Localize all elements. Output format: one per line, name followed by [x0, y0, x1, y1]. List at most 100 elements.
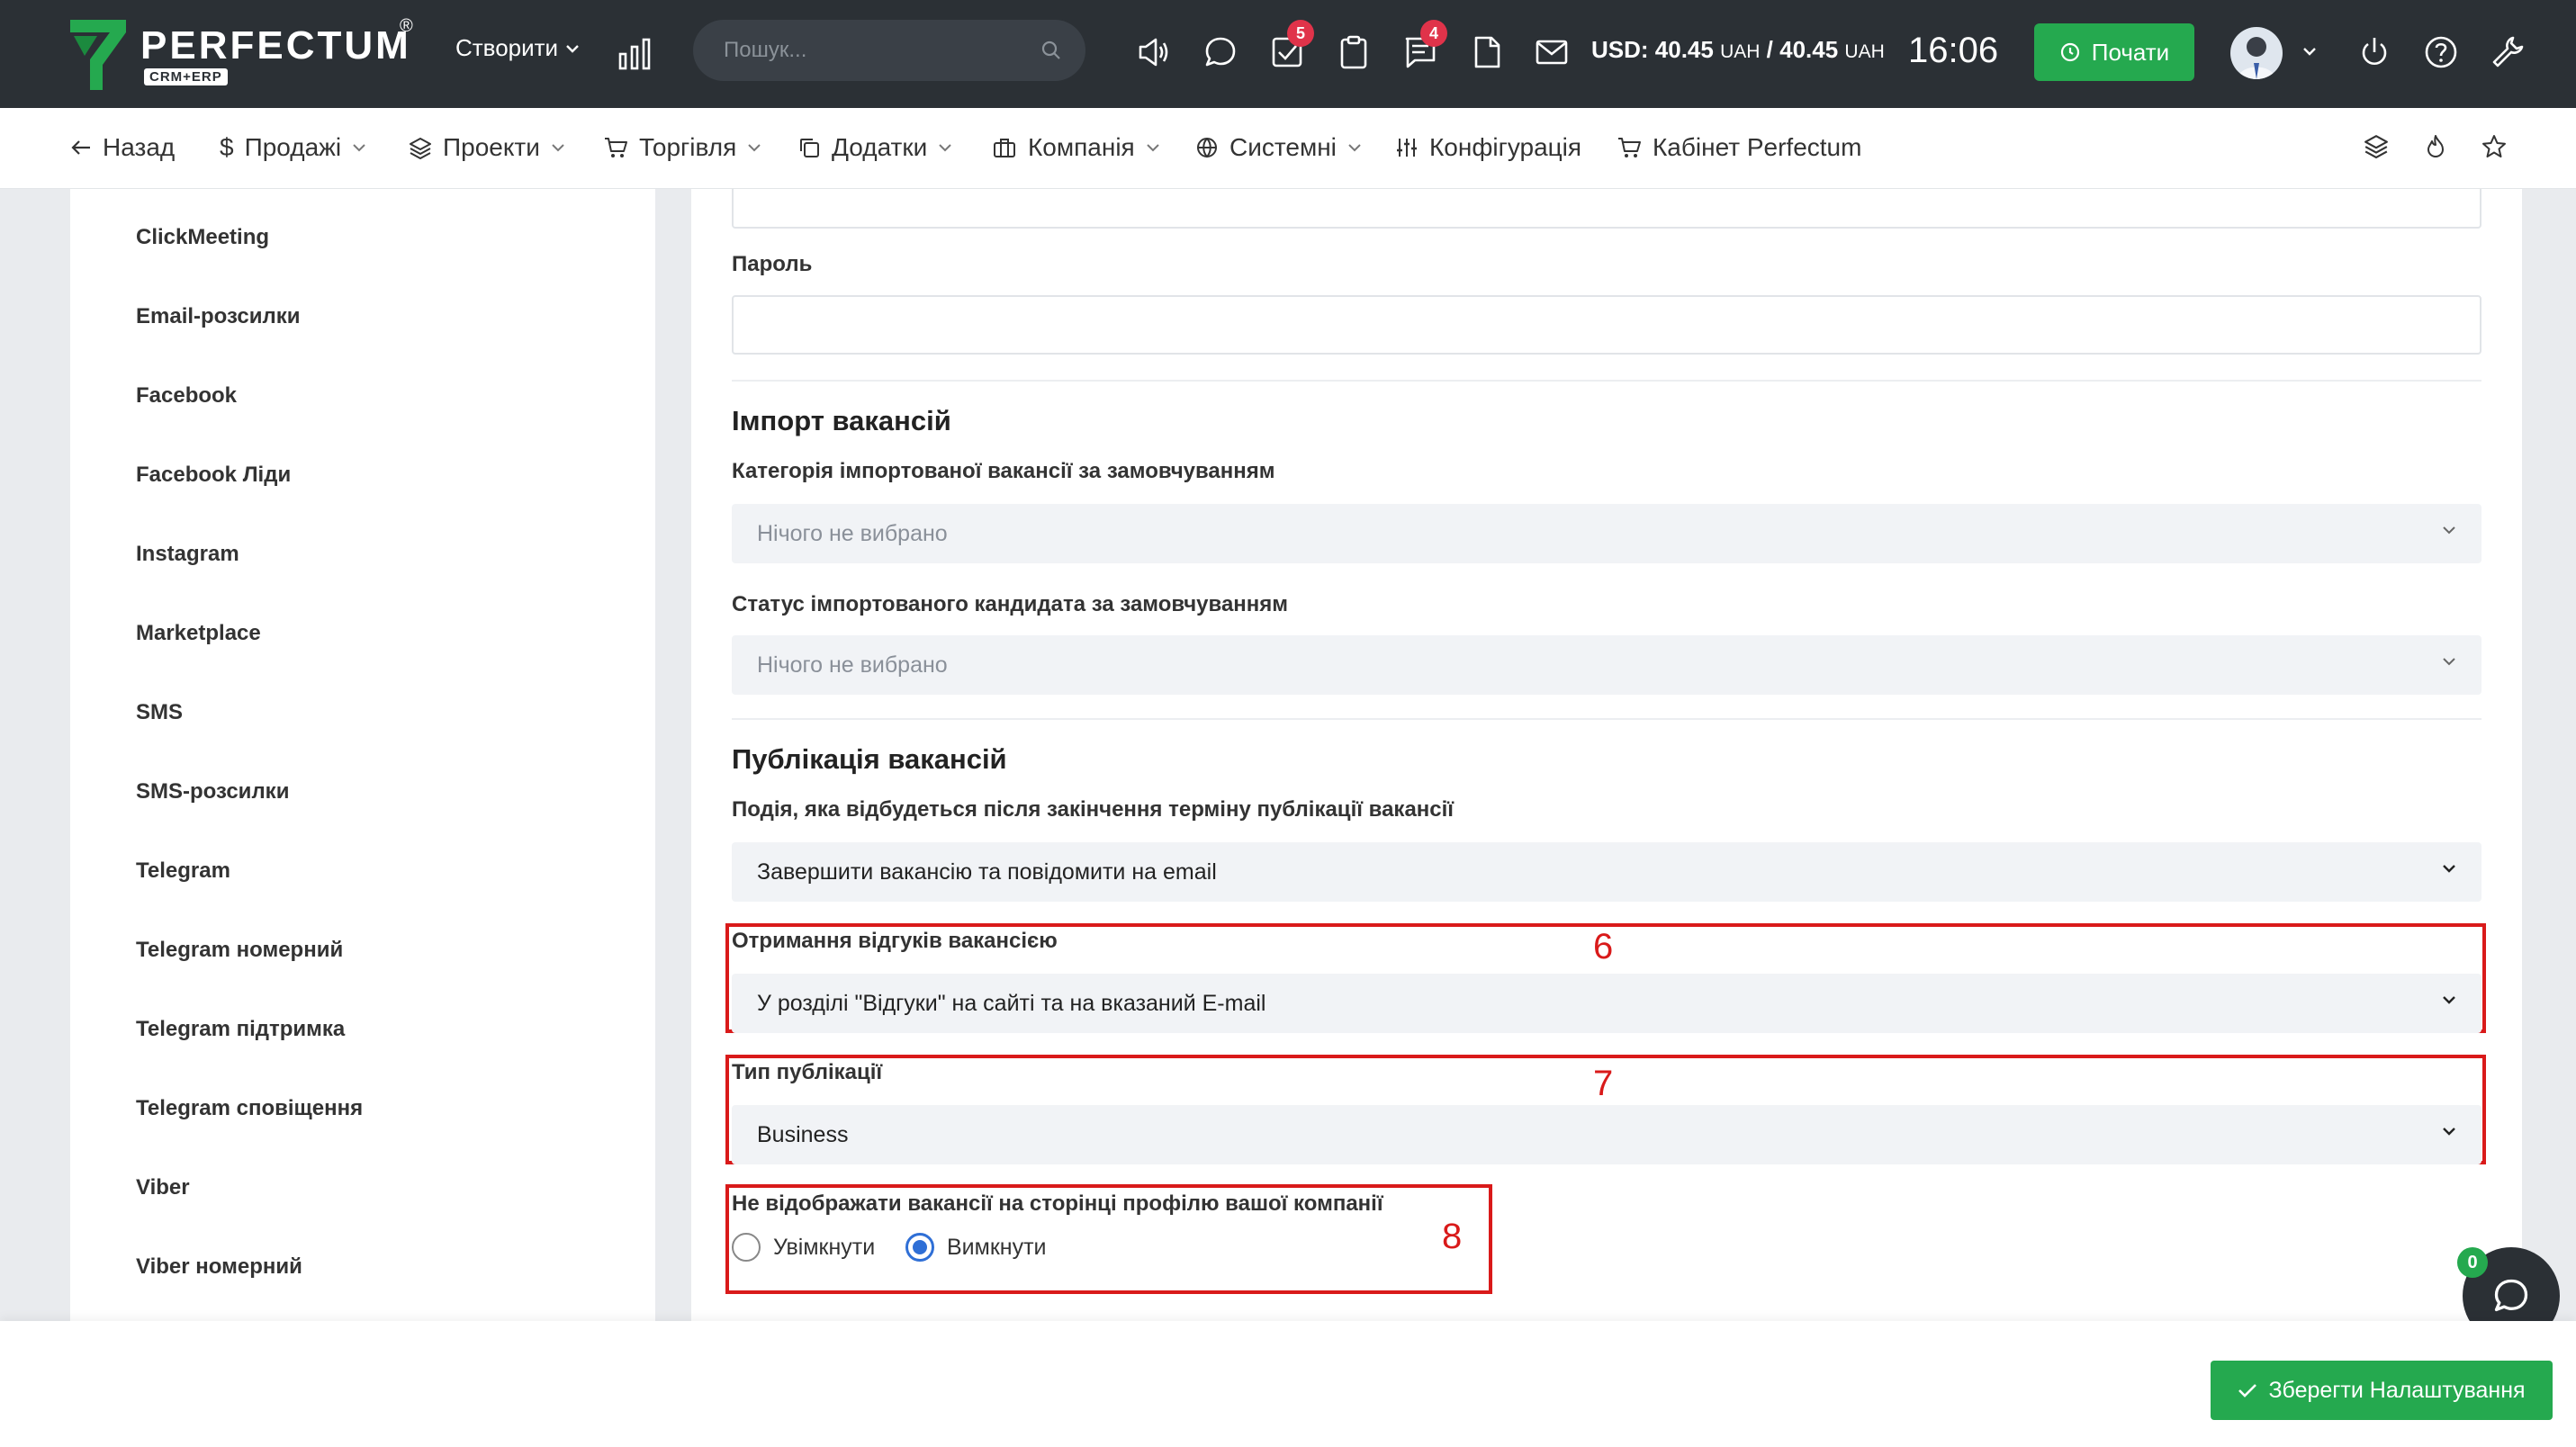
chat-bubble-icon[interactable]	[1202, 34, 1238, 70]
sidebar-item-viber-number[interactable]: Viber номерний	[136, 1254, 302, 1280]
fire-icon[interactable]	[2423, 133, 2448, 158]
expire-event-label: Подія, яка відбудеться після закінчення …	[732, 797, 1455, 822]
chevron-down-icon	[552, 144, 564, 152]
chevron-down-icon	[2443, 865, 2455, 873]
start-button[interactable]: Почати	[2034, 23, 2194, 81]
sidebar-item-viber[interactable]: Viber	[136, 1175, 190, 1200]
save-settings-button[interactable]: Зберегти Налаштування	[2211, 1361, 2553, 1420]
sidebar-item-marketplace[interactable]: Marketplace	[136, 621, 261, 646]
bar-chart-icon[interactable]	[617, 36, 652, 70]
sidebar-item-instagram[interactable]: Instagram	[136, 542, 239, 567]
radio-disable-label: Вимкнути	[947, 1234, 1047, 1260]
sidebar-item-sms[interactable]: SMS	[136, 700, 183, 725]
nav-sales[interactable]: $ Продажі	[220, 133, 366, 162]
hide-vacancies-label: Не відображати вакансії на сторінці проф…	[732, 1191, 1383, 1216]
expire-event-select[interactable]: Завершити вакансію та повідомити на emai…	[732, 842, 2481, 902]
briefcase-icon	[994, 139, 1015, 157]
password-field[interactable]	[732, 295, 2481, 355]
radio-circle[interactable]	[732, 1233, 761, 1262]
sidebar-item-facebook[interactable]: Facebook	[136, 383, 237, 409]
annotation-number-8: 8	[1442, 1217, 1463, 1256]
power-icon[interactable]	[2356, 34, 2392, 70]
sidebar-item-facebook-leads[interactable]: Facebook Ліди	[136, 463, 291, 488]
sidebar-item-telegram-number[interactable]: Telegram номерний	[136, 938, 343, 963]
annotation-number-6: 6	[1593, 927, 1614, 966]
publication-type-select[interactable]: Business	[732, 1105, 2481, 1164]
nav-cabinet-label: Кабінет Perfectum	[1653, 133, 1862, 161]
expire-event-value: Завершити вакансію та повідомити на emai…	[757, 859, 1217, 885]
nav-addons-label: Додатки	[832, 133, 928, 161]
nav-addons[interactable]: Додатки	[797, 133, 952, 162]
chevron-down-icon	[2443, 1128, 2455, 1136]
start-label: Почати	[2091, 38, 2170, 66]
star-icon[interactable]	[2481, 133, 2508, 160]
chevron-down-icon	[2443, 996, 2455, 1004]
wrench-icon[interactable]	[2490, 34, 2526, 70]
dollar-icon: $	[220, 133, 234, 161]
nav-system[interactable]: Системні	[1195, 133, 1362, 162]
import-category-select[interactable]: Нічого не вибрано	[732, 504, 2481, 563]
import-category-value: Нічого не вибрано	[757, 521, 948, 546]
notes-button[interactable]: 4	[1402, 20, 1447, 70]
publication-type-label: Тип публікації	[732, 1060, 883, 1084]
save-settings-label: Зберегти Налаштування	[2268, 1377, 2526, 1403]
main-navigation: Назад $ Продажі Проекти Торгівля Додатки…	[0, 108, 2576, 189]
nav-config[interactable]: Конфігурація	[1395, 133, 1581, 162]
chevron-down-icon	[1348, 144, 1361, 152]
radio-enable[interactable]: Увімкнути	[732, 1233, 875, 1262]
megaphone-icon[interactable]	[1136, 34, 1172, 70]
nav-cabinet[interactable]: Кабінет Perfectum	[1617, 133, 1861, 162]
login-field[interactable]	[732, 189, 2481, 229]
responses-select[interactable]: У розділі "Відгуки" на сайті та на вказа…	[732, 974, 2481, 1033]
layers-icon	[410, 138, 431, 159]
divider	[732, 380, 2481, 382]
check-icon	[2238, 1384, 2257, 1398]
divider	[732, 718, 2481, 720]
sidebar-item-telegram-support[interactable]: Telegram підтримка	[136, 1017, 345, 1042]
avatar[interactable]	[2230, 27, 2283, 79]
import-status-select[interactable]: Нічого не вибрано	[732, 635, 2481, 695]
import-status-label: Статус імпортованого кандидата за замовч…	[732, 592, 1289, 616]
radio-enable-label: Увімкнути	[773, 1234, 876, 1260]
sidebar-item-sms-campaigns[interactable]: SMS-розсилки	[136, 779, 289, 804]
sidebar-item-telegram-notifications[interactable]: Telegram сповіщення	[136, 1096, 363, 1121]
clipboard-icon[interactable]	[1336, 34, 1372, 70]
sidebar-item-email-campaigns[interactable]: Email-розсилки	[136, 304, 300, 329]
currency-rate: USD: 40.45 UAH / 40.45 UAH	[1591, 36, 1885, 64]
nav-company[interactable]: Компанія	[992, 133, 1160, 162]
help-icon[interactable]	[2423, 34, 2459, 70]
nav-projects-label: Проекти	[443, 133, 540, 161]
chat-badge: 0	[2457, 1247, 2488, 1278]
import-status-value: Нічого не вибрано	[757, 652, 948, 678]
arrow-left-icon	[71, 140, 90, 155]
nav-back-label: Назад	[103, 133, 176, 161]
cart-icon	[605, 138, 627, 157]
currency-unit: UAH	[1844, 41, 1885, 62]
nav-trade[interactable]: Торгівля	[603, 133, 761, 162]
file-icon[interactable]	[1469, 34, 1505, 70]
logo-text: PERFECTUM	[140, 23, 411, 67]
import-category-label: Категорія імпортованої вакансії за замов…	[732, 459, 1275, 483]
search-input[interactable]	[724, 20, 1030, 81]
sidebar-item-telegram[interactable]: Telegram	[136, 858, 230, 884]
nav-projects[interactable]: Проекти	[409, 133, 565, 162]
currency-sep: / 40.45	[1766, 36, 1839, 63]
layers-icon[interactable]	[2364, 133, 2389, 158]
cart-icon	[1618, 138, 1641, 157]
sidebar: ClickMeeting Email-розсилки Facebook Fac…	[70, 189, 655, 1323]
responses-label: Отримання відгуків вакансією	[732, 929, 1058, 953]
nav-back[interactable]: Назад	[70, 133, 175, 162]
radio-disable[interactable]: Вимкнути	[905, 1233, 1047, 1262]
nav-company-label: Компанія	[1028, 133, 1135, 161]
annotation-number-7: 7	[1593, 1064, 1614, 1103]
radio-circle-selected[interactable]	[905, 1233, 934, 1262]
logo[interactable]: PERFECTUM ® CRM+ERP	[70, 16, 430, 92]
sidebar-item-clickmeeting[interactable]: ClickMeeting	[136, 225, 269, 250]
currency-unit: UAH	[1720, 41, 1761, 62]
mail-icon[interactable]	[1534, 34, 1570, 70]
publication-type-value: Business	[757, 1122, 849, 1147]
chevron-down-icon[interactable]	[2302, 47, 2317, 56]
tasks-button[interactable]: 5	[1269, 20, 1314, 70]
create-dropdown[interactable]: Створити	[455, 34, 580, 62]
search-icon[interactable]	[1040, 40, 1062, 61]
